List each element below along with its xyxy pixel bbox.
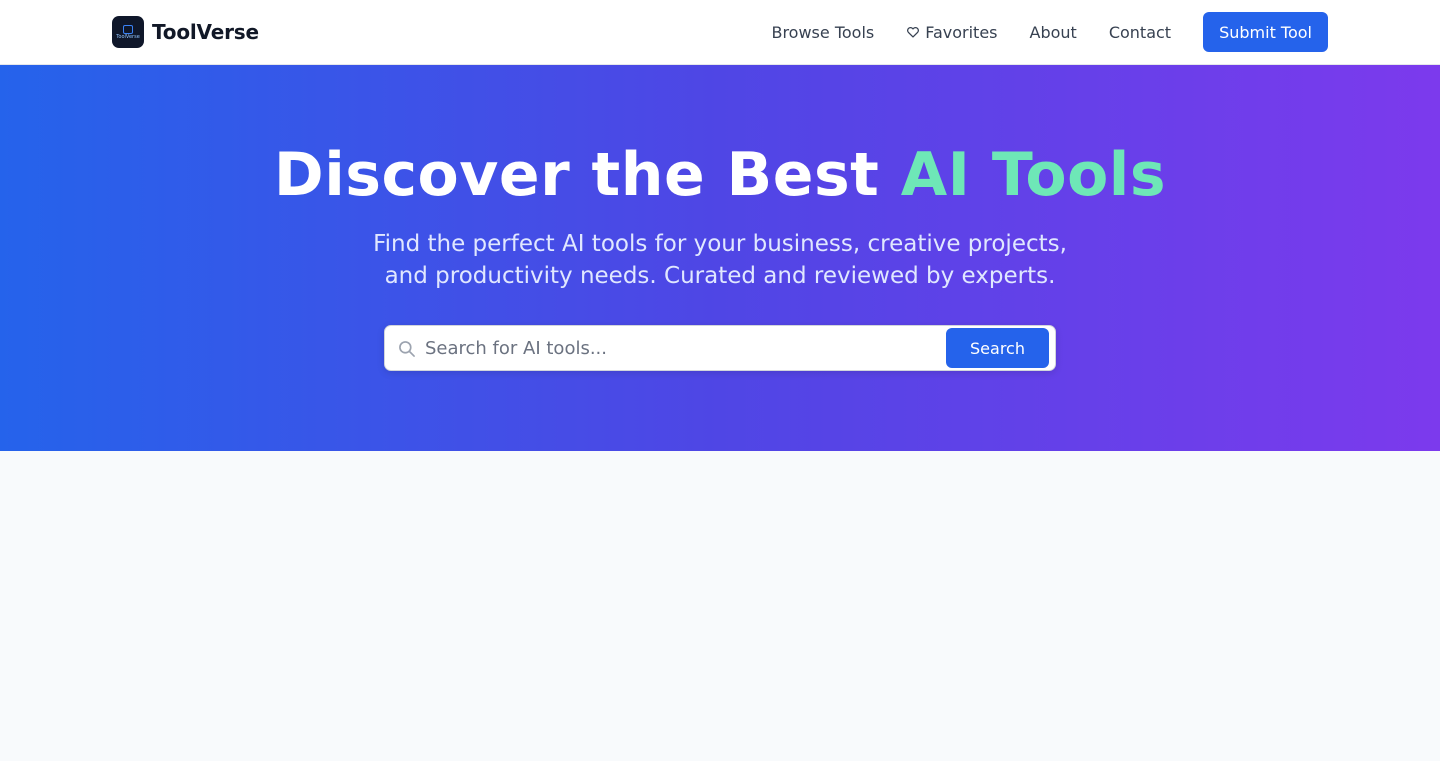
logo-mark-icon xyxy=(123,24,133,34)
main-content xyxy=(0,451,1440,761)
nav-link-label: Browse Tools xyxy=(771,22,875,42)
hero-title: Discover the Best AI Tools xyxy=(0,137,1440,213)
hero-subtitle: Find the perfect AI tools for your busin… xyxy=(0,228,1440,292)
hero-title-accent: AI Tools xyxy=(900,140,1167,210)
hero-title-main: Discover the Best xyxy=(273,140,901,210)
nav-links: Browse Tools Favorites About Contact Sub… xyxy=(771,12,1328,52)
search-bar: Search xyxy=(384,325,1056,371)
nav-link-browse-tools[interactable]: Browse Tools xyxy=(771,23,874,42)
search-input[interactable] xyxy=(425,326,940,370)
logo: ToolVerse xyxy=(112,16,144,48)
hero-subtitle-line-2: and productivity needs. Curated and revi… xyxy=(384,263,1056,289)
logo-text: ToolVerse xyxy=(116,33,140,40)
heart-icon xyxy=(907,26,920,38)
navbar: ToolVerse ToolVerse Browse Tools Favorit… xyxy=(0,0,1440,65)
nav-link-label: Favorites xyxy=(925,22,998,42)
navbar-inner: ToolVerse ToolVerse Browse Tools Favorit… xyxy=(112,0,1328,64)
nav-link-label: Contact xyxy=(1108,22,1172,42)
brand-name: ToolVerse xyxy=(152,20,259,44)
nav-link-contact[interactable]: Contact xyxy=(1109,23,1171,42)
nav-link-label: About xyxy=(1029,22,1077,42)
nav-link-favorites[interactable]: Favorites xyxy=(906,22,998,42)
nav-link-about[interactable]: About xyxy=(1030,23,1077,42)
submit-tool-button[interactable]: Submit Tool xyxy=(1203,12,1328,52)
brand-link[interactable]: ToolVerse ToolVerse xyxy=(112,16,259,48)
search-icon xyxy=(399,341,415,357)
search-button[interactable]: Search xyxy=(946,328,1049,368)
hero-subtitle-line-1: Find the perfect AI tools for your busin… xyxy=(373,231,1067,257)
hero-section: Discover the Best AI Tools Find the perf… xyxy=(0,65,1440,451)
